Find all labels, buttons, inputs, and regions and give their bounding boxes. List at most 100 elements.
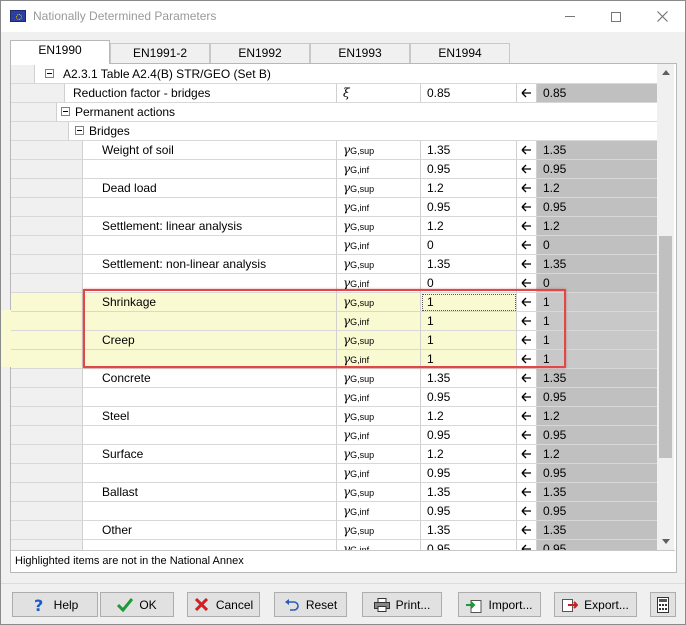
param-value[interactable]: 1 <box>421 312 517 331</box>
table-row[interactable]: Creep γG,sup 1 1 <box>11 331 657 350</box>
table-row[interactable]: Steel γG,sup 1.2 1.2 <box>11 407 657 426</box>
symbol-subscript: G,sup <box>350 222 375 232</box>
table-row[interactable]: γG,inf 0.95 0.95 <box>11 198 657 217</box>
param-value[interactable]: 0 <box>421 274 517 293</box>
reset-arrow-button[interactable] <box>517 141 537 160</box>
reset-arrow-button[interactable] <box>517 369 537 388</box>
param-value[interactable]: 0.95 <box>421 502 517 521</box>
tab-en1993[interactable]: EN1993 <box>310 43 410 63</box>
param-value[interactable]: 1.2 <box>421 179 517 198</box>
param-value[interactable]: 0.95 <box>421 464 517 483</box>
reset-arrow-button[interactable] <box>517 198 537 217</box>
grid-row-permanent-actions[interactable]: Permanent actions <box>11 103 657 122</box>
print-button[interactable]: Print... <box>362 592 442 617</box>
table-row[interactable]: γG,inf 0 0 <box>11 274 657 293</box>
table-row[interactable]: Ballast γG,sup 1.35 1.35 <box>11 483 657 502</box>
reset-arrow-button[interactable] <box>517 426 537 445</box>
reset-arrow-button[interactable] <box>517 255 537 274</box>
reset-arrow-button[interactable] <box>517 293 537 312</box>
param-value[interactable]: 1 <box>421 350 517 369</box>
reset-arrow-button[interactable] <box>517 483 537 502</box>
reset-arrow-button[interactable] <box>517 160 537 179</box>
help-button[interactable]: ? Help <box>12 592 98 617</box>
vertical-scrollbar[interactable] <box>657 64 674 550</box>
reset-arrow-button[interactable] <box>517 521 537 540</box>
param-value[interactable]: 0.95 <box>421 198 517 217</box>
grid-row-section[interactable]: A2.3.1 Table A2.4(B) STR/GEO (Set B) <box>11 65 657 84</box>
close-button[interactable] <box>639 1 685 32</box>
scroll-thumb[interactable] <box>659 236 672 458</box>
reset-arrow-button[interactable] <box>517 84 537 103</box>
tab-en1994[interactable]: EN1994 <box>410 43 510 63</box>
table-row[interactable]: Weight of soil γG,sup 1.35 1.35 <box>11 141 657 160</box>
table-row[interactable]: γG,inf 0 0 <box>11 236 657 255</box>
table-row[interactable]: Shrinkage γG,sup 1 1 <box>11 293 657 312</box>
grid-row-reduction[interactable]: Reduction factor - bridges ξ 0.85 0.85 <box>11 84 657 103</box>
reset-arrow-button[interactable] <box>517 407 537 426</box>
reset-arrow-button[interactable] <box>517 236 537 255</box>
table-row[interactable]: γG,inf 0.95 0.95 <box>11 464 657 483</box>
param-value[interactable]: 1 <box>421 331 517 350</box>
collapse-icon[interactable] <box>61 107 70 116</box>
reset-arrow-button[interactable] <box>517 217 537 236</box>
calculator-button[interactable] <box>650 592 676 617</box>
param-value[interactable]: 1.2 <box>421 217 517 236</box>
param-name-label: Shrinkage <box>102 295 157 309</box>
scroll-down-button[interactable] <box>657 533 674 550</box>
table-row[interactable]: γG,inf 0.95 0.95 <box>11 388 657 407</box>
param-value[interactable]: 1.35 <box>421 483 517 502</box>
collapse-icon[interactable] <box>75 126 84 135</box>
reset-arrow-button[interactable] <box>517 350 537 369</box>
reset-arrow-button[interactable] <box>517 540 537 550</box>
reset-arrow-button[interactable] <box>517 464 537 483</box>
tab-en1991-2[interactable]: EN1991-2 <box>110 43 210 63</box>
reset-arrow-button[interactable] <box>517 445 537 464</box>
reset-arrow-button[interactable] <box>517 179 537 198</box>
reset-arrow-button[interactable] <box>517 331 537 350</box>
table-row[interactable]: γG,inf 0.95 0.95 <box>11 540 657 550</box>
table-row[interactable]: γG,inf 1 1 <box>11 312 657 331</box>
param-value[interactable]: 0.95 <box>421 540 517 550</box>
scroll-up-button[interactable] <box>657 64 674 81</box>
param-value[interactable]: 0.95 <box>421 426 517 445</box>
param-value[interactable]: 1 <box>421 293 517 312</box>
table-row[interactable]: γG,inf 0.95 0.95 <box>11 426 657 445</box>
param-value[interactable]: 1.35 <box>421 521 517 540</box>
export-button[interactable]: Export... <box>554 592 637 617</box>
param-value[interactable]: 0 <box>421 236 517 255</box>
param-value[interactable]: 0.95 <box>421 160 517 179</box>
grid-indent <box>11 464 83 483</box>
reset-arrow-button[interactable] <box>517 388 537 407</box>
import-button[interactable]: Import... <box>458 592 541 617</box>
ok-button[interactable]: OK <box>100 592 174 617</box>
reset-button[interactable]: Reset <box>274 592 347 617</box>
tab-en1990[interactable]: EN1990 <box>10 40 110 64</box>
table-row[interactable]: Dead load γG,sup 1.2 1.2 <box>11 179 657 198</box>
maximize-button[interactable] <box>593 1 639 32</box>
table-row[interactable]: Settlement: non-linear analysis γG,sup 1.3… <box>11 255 657 274</box>
param-value[interactable]: 1.35 <box>421 255 517 274</box>
reset-arrow-button[interactable] <box>517 312 537 331</box>
svg-text:?: ? <box>34 597 43 613</box>
table-row[interactable]: Other γG,sup 1.35 1.35 <box>11 521 657 540</box>
param-value[interactable]: 0.95 <box>421 388 517 407</box>
reset-arrow-button[interactable] <box>517 274 537 293</box>
table-row[interactable]: γG,inf 1 1 <box>11 350 657 369</box>
table-row[interactable]: γG,inf 0.95 0.95 <box>11 502 657 521</box>
parameter-grid[interactable]: A2.3.1 Table A2.4(B) STR/GEO (Set B) Red… <box>11 64 657 550</box>
table-row[interactable]: Surface γG,sup 1.2 1.2 <box>11 445 657 464</box>
minimize-button[interactable] <box>547 1 593 32</box>
param-value[interactable]: 1.2 <box>421 445 517 464</box>
param-value[interactable]: 1.35 <box>421 369 517 388</box>
param-value[interactable]: 0.85 <box>421 84 517 103</box>
table-row[interactable]: Settlement: linear analysis γG,sup 1.2 1.2 <box>11 217 657 236</box>
table-row[interactable]: γG,inf 0.95 0.95 <box>11 160 657 179</box>
tab-en1992[interactable]: EN1992 <box>210 43 310 63</box>
table-row[interactable]: Concrete γG,sup 1.35 1.35 <box>11 369 657 388</box>
cancel-button[interactable]: Cancel <box>187 592 260 617</box>
param-value[interactable]: 1.2 <box>421 407 517 426</box>
param-value[interactable]: 1.35 <box>421 141 517 160</box>
grid-row-bridges[interactable]: Bridges <box>11 122 657 141</box>
collapse-icon[interactable] <box>45 69 54 78</box>
reset-arrow-button[interactable] <box>517 502 537 521</box>
